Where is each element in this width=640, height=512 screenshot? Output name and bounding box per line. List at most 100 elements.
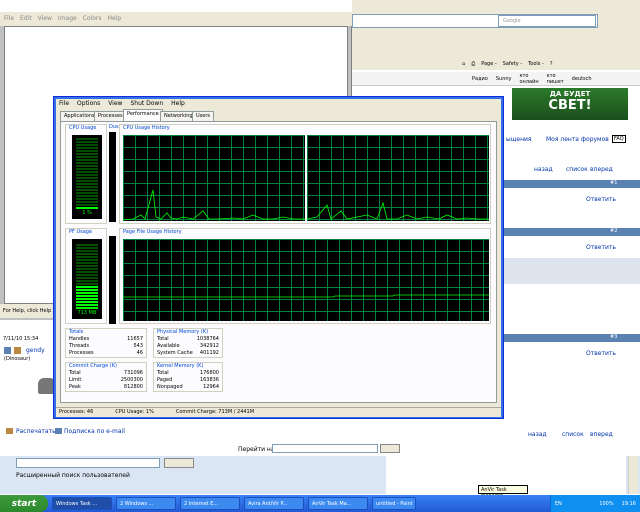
- taskbar: start Windows Task ... 2 Windows ... 2 I…: [0, 495, 640, 512]
- nav-back-bottom[interactable]: назад: [528, 431, 547, 438]
- pf-history-box: Page File Usage History: [119, 228, 491, 324]
- taskbar-btn-task-manager[interactable]: Windows Task ...: [52, 497, 112, 510]
- paint-menu-colors[interactable]: Colors: [83, 15, 102, 23]
- pf-meter-segment: [76, 295, 98, 297]
- commit-peak-value: 812800: [123, 384, 143, 390]
- pf-usage-label: PF Usage: [68, 229, 94, 235]
- reply-link-2[interactable]: Ответить: [586, 244, 616, 251]
- stub-graph-2: [109, 236, 116, 324]
- totals-processes-row: Processes 46: [69, 350, 143, 357]
- kernel-nonpaged-value: 12964: [203, 384, 219, 390]
- totals-handles-row: Handles 11657: [69, 336, 143, 343]
- subscribe-link[interactable]: Подписка по e-mail: [64, 428, 125, 435]
- pf-history-label: Page File Usage History: [122, 229, 183, 235]
- goto-label: Перейти на: [238, 446, 275, 453]
- cpu-meter-segment: [76, 159, 98, 161]
- tm-menu-options[interactable]: Options: [77, 100, 100, 108]
- link-radio[interactable]: Радио: [472, 76, 488, 82]
- link-deutsch[interactable]: deutsch: [572, 76, 592, 82]
- tab-users[interactable]: Users: [192, 111, 215, 121]
- tm-menu-file[interactable]: File: [59, 100, 69, 108]
- paint-title-bar[interactable]: [0, 0, 352, 12]
- tab-processes[interactable]: Processes: [94, 111, 127, 121]
- tray-zoom[interactable]: 100%: [599, 501, 613, 507]
- nav-list[interactable]: список: [566, 166, 588, 173]
- post-num-1: #1: [610, 180, 618, 186]
- user-search-button[interactable]: [164, 458, 194, 468]
- print-link[interactable]: Распечатать: [16, 428, 56, 435]
- tm-menu-shutdown[interactable]: Shut Down: [130, 100, 163, 108]
- home-icon[interactable]: ⌂: [462, 61, 465, 67]
- paint-menu-help[interactable]: Help: [108, 15, 122, 23]
- paint-menu-image[interactable]: Image: [58, 15, 77, 23]
- cpu-usage-box: CPU Usage 1 %: [65, 124, 107, 224]
- taskbar-btn-paint[interactable]: untitled - Paint: [372, 497, 416, 510]
- reply-link-1[interactable]: Ответить: [586, 196, 616, 203]
- tm-menubar: File Options View Shut Down Help: [56, 99, 501, 109]
- commit-total-label: Total: [69, 370, 81, 376]
- taskbar-btn-ie[interactable]: 2 Internet E...: [180, 497, 240, 510]
- pf-meter-segment: [76, 292, 98, 294]
- nav-list-bottom[interactable]: список: [562, 431, 584, 438]
- profile-icon[interactable]: [4, 347, 11, 354]
- ie-search-input[interactable]: Google: [498, 15, 596, 27]
- goto-button[interactable]: [380, 444, 400, 453]
- nav-forward[interactable]: вперед: [590, 166, 613, 173]
- tm-menu-help[interactable]: Help: [171, 100, 185, 108]
- tab-performance[interactable]: Performance: [123, 109, 163, 121]
- kernel-memory-label: Kernel Memory (K): [156, 363, 205, 369]
- tray-clock[interactable]: 19:16: [622, 501, 636, 507]
- forum-link-faq[interactable]: FAQ: [612, 135, 626, 143]
- user-search-input[interactable]: [16, 458, 160, 468]
- goto-select[interactable]: [272, 444, 378, 453]
- cpu-meter-segment: [76, 168, 98, 170]
- commit-peak-row: Peak 812800: [69, 384, 143, 391]
- cpu-meter-segment: [76, 174, 98, 176]
- message-icon[interactable]: [14, 347, 21, 354]
- tab-applications[interactable]: Applications: [60, 111, 99, 121]
- pf-meter-segment: [76, 244, 98, 246]
- reply-link-3[interactable]: Ответить: [586, 350, 616, 357]
- cpu-history-label: CPU Usage History: [122, 125, 171, 131]
- ie-scrollbar[interactable]: [628, 456, 638, 494]
- taskbar-btn-windows[interactable]: 2 Windows ...: [116, 497, 176, 510]
- print-icon[interactable]: ⎙: [471, 61, 475, 67]
- handles-label: Handles: [69, 336, 90, 342]
- paint-menu-view[interactable]: View: [38, 15, 52, 23]
- tm-menu-view[interactable]: View: [108, 100, 122, 108]
- tray-language[interactable]: EN: [551, 501, 562, 507]
- paint-menu-edit[interactable]: Edit: [20, 15, 32, 23]
- processes-label: Processes: [69, 350, 94, 356]
- taskbar-btn-anvir[interactable]: AnVir Task Ma...: [308, 497, 368, 510]
- task-manager-window[interactable]: File Options View Shut Down Help Applica…: [53, 96, 504, 419]
- tools-menu[interactable]: Tools -: [528, 61, 544, 67]
- paint-menubar: File Edit View Image Colors Help: [0, 12, 352, 26]
- banner-ad[interactable]: ДА БУДЕТ СВЕТ!: [512, 88, 628, 120]
- post-num-2: #2: [610, 228, 618, 234]
- post-username[interactable]: gendy: [26, 347, 45, 354]
- advanced-search-label: Расширенный поиск пользователей: [16, 472, 130, 479]
- ie-links-bar: Радио Sunny кто онлайн кто пишет deutsch: [352, 72, 640, 86]
- pf-meter-segment: [76, 253, 98, 255]
- forum-link-feed[interactable]: Моя лента форумов: [546, 136, 609, 143]
- forum-link-messages[interactable]: ыщения: [506, 136, 532, 143]
- link-writing[interactable]: кто пишет: [547, 73, 564, 85]
- link-online[interactable]: кто онлайн: [520, 73, 539, 85]
- paint-menu-file[interactable]: File: [4, 15, 14, 23]
- totals-label: Totals: [68, 329, 85, 335]
- nav-forward-bottom[interactable]: вперед: [590, 431, 613, 438]
- start-button[interactable]: start: [0, 495, 48, 512]
- help-icon[interactable]: ?: [550, 61, 553, 67]
- page-menu[interactable]: Page -: [481, 61, 497, 67]
- kernel-nonpaged-label: Nonpaged: [157, 384, 183, 390]
- nav-back[interactable]: назад: [534, 166, 553, 173]
- pf-meter-segment: [76, 307, 98, 309]
- pf-meter-segment: [76, 271, 98, 273]
- cpu-meter-segment: [76, 150, 98, 152]
- cpu-history-graph-0: [123, 135, 305, 221]
- cpu-meter-segment: [76, 180, 98, 182]
- link-sunny[interactable]: Sunny: [496, 76, 512, 82]
- safety-menu[interactable]: Safety -: [503, 61, 522, 67]
- physical-memory-label: Physical Memory (K): [156, 329, 210, 335]
- taskbar-btn-avira[interactable]: Avira AntiVir P...: [244, 497, 304, 510]
